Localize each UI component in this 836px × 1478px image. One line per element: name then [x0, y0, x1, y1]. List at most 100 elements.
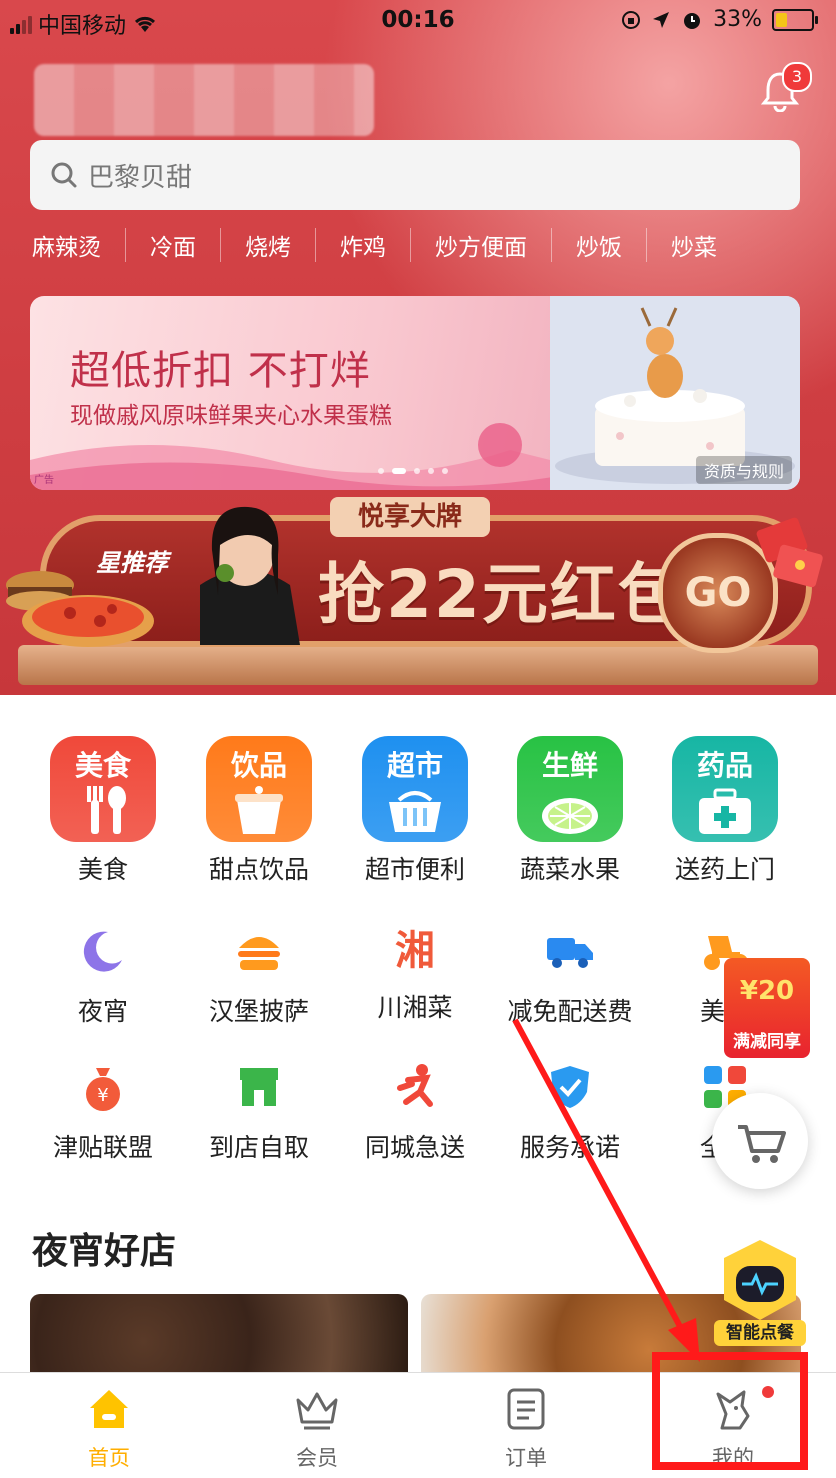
money-bag-icon: ¥ — [86, 1068, 120, 1111]
subcategory-allowance[interactable]: ¥ 津贴联盟 — [28, 1062, 178, 1164]
battery-icon — [772, 8, 818, 31]
search-placeholder: 巴黎贝甜 — [88, 162, 193, 193]
drink-cup-icon — [235, 786, 283, 834]
order-list-icon — [507, 1388, 545, 1430]
hot-word[interactable]: 炒菜 — [646, 228, 741, 262]
battery-fill — [776, 12, 787, 27]
fork-spoon-icon — [87, 786, 126, 834]
search-bar[interactable]: 巴黎贝甜 — [30, 140, 800, 210]
medicine-box-icon — [699, 788, 751, 834]
red-envelope-icon — [756, 517, 823, 588]
fresh-tile: 生鲜 — [517, 736, 623, 842]
notification-badge: 3 — [782, 62, 812, 92]
tab-orders[interactable]: 订单 — [461, 1386, 591, 1472]
banner-subtitle: 现做戚风原味鲜果夹心水果蛋糕 — [70, 403, 392, 429]
carousel-dot — [378, 468, 384, 474]
rotation-lock-icon — [622, 10, 641, 29]
shield-check-icon — [551, 1066, 589, 1108]
smart-order-label: 智能点餐 — [714, 1320, 806, 1346]
tab-label: 首页 — [88, 1446, 130, 1470]
category-label: 美食 — [77, 855, 128, 884]
xiang-char-icon: 湘 — [395, 928, 435, 974]
subcategory-burger-pizza[interactable]: 汉堡披萨 — [184, 926, 334, 1028]
tab-member[interactable]: 会员 — [252, 1386, 382, 1472]
smart-order-assistant[interactable]: 智能点餐 — [712, 1221, 808, 1350]
search-icon — [51, 162, 77, 188]
moon-icon — [83, 931, 122, 972]
supermarket-tile: 超市 — [362, 736, 468, 842]
subcategory-label: 津贴联盟 — [52, 1133, 153, 1162]
cart-icon — [738, 1125, 786, 1163]
cake-promo-banner[interactable]: 超低折扣 不打烊 现做戚风原味鲜果夹心水果蛋糕 广告 资质与规则 — [30, 296, 800, 490]
burger-icon — [238, 937, 280, 970]
tab-home[interactable]: 首页 — [44, 1386, 174, 1472]
hot-word[interactable]: 炸鸡 — [315, 228, 410, 262]
tile-text: 生鲜 — [541, 749, 598, 782]
medicine-tile: 药品 — [672, 736, 778, 842]
cart-button[interactable] — [712, 1093, 808, 1189]
battery-percent: 33% — [713, 7, 762, 32]
runner-icon — [397, 1064, 433, 1107]
category-label: 蔬菜水果 — [519, 855, 620, 884]
category-label: 甜点饮品 — [208, 855, 309, 884]
star-recommend-label: 星推荐 — [96, 549, 168, 577]
robot-icon — [724, 1221, 796, 1320]
tile-text: 药品 — [696, 749, 753, 782]
category-supermarket[interactable]: 超市 超市便利 — [340, 736, 490, 886]
category-food[interactable]: 美食 美食 — [28, 736, 178, 886]
carousel-dot — [428, 468, 434, 474]
store-icon — [240, 1068, 278, 1106]
category-label: 送药上门 — [674, 855, 775, 884]
svg-text:¥: ¥ — [97, 1085, 108, 1106]
lime-icon — [542, 798, 598, 834]
basket-icon — [389, 791, 441, 832]
hot-word[interactable]: 冷面 — [125, 228, 220, 262]
category-fresh[interactable]: 生鲜 蔬菜水果 — [495, 736, 645, 886]
tile-text: 饮品 — [230, 749, 287, 782]
location-address-blurred[interactable] — [34, 64, 374, 136]
promo-amount: ¥20 — [739, 976, 795, 1006]
ad-label: 广告 — [34, 475, 54, 486]
rules-label[interactable]: 资质与规则 — [695, 456, 792, 484]
tab-label: 会员 — [296, 1446, 338, 1470]
hot-word[interactable]: 烧烤 — [220, 228, 315, 262]
full-reduction-promo[interactable]: ¥20 满减同享 — [724, 958, 810, 1058]
annotation-highlight-box — [652, 1352, 808, 1470]
red-packet-headline: 抢22元红包 — [318, 556, 686, 633]
subcategory-label: 川湘菜 — [377, 993, 453, 1022]
subcategory-sichuan-hunan[interactable]: 湘 川湘菜 — [340, 926, 490, 1024]
subcategory-free-delivery[interactable]: 减免配送费 — [495, 926, 645, 1028]
subcategory-label: 同城急送 — [364, 1133, 465, 1162]
banner-wave-decoration — [30, 423, 590, 490]
truck-icon — [547, 938, 593, 968]
red-packet-banner[interactable]: 星推荐 悦享大牌 抢22元红包 GO — [0, 495, 836, 695]
tab-label: 订单 — [505, 1446, 547, 1470]
celebrity-image — [200, 506, 300, 645]
hot-search-words: 麻辣烫 冷面 烧烤 炸鸡 炒方便面 炒饭 炒菜 — [32, 228, 741, 262]
status-right: 33% — [621, 7, 818, 32]
hot-word[interactable]: 炒饭 — [551, 228, 646, 262]
alarm-icon — [684, 12, 701, 29]
carousel-dot — [442, 468, 448, 474]
category-label: 超市便利 — [364, 855, 465, 884]
subcategory-late-night[interactable]: 夜宵 — [28, 926, 178, 1028]
banner-title: 超低折扣 不打烊 — [70, 348, 371, 394]
carousel-dot — [414, 468, 420, 474]
subcategory-label: 到店自取 — [208, 1133, 309, 1162]
brand-tag: 悦享大牌 — [330, 497, 490, 537]
home-icon — [90, 1390, 128, 1428]
crown-icon — [296, 1392, 338, 1430]
subcategory-express[interactable]: 同城急送 — [340, 1062, 490, 1164]
drinks-tile: 饮品 — [206, 736, 312, 842]
subcategory-service-promise[interactable]: 服务承诺 — [495, 1062, 645, 1164]
category-medicine[interactable]: 药品 送药上门 — [650, 736, 800, 886]
promo-text: 满减同享 — [733, 1032, 801, 1052]
subcategory-pickup[interactable]: 到店自取 — [184, 1062, 334, 1164]
hot-word[interactable]: 炒方便面 — [410, 228, 551, 262]
category-drinks[interactable]: 饮品 甜点饮品 — [184, 736, 334, 886]
carousel-dot-active — [392, 468, 406, 474]
section-title: 夜宵好店 — [32, 1231, 177, 1272]
location-arrow-icon — [653, 11, 670, 28]
shop-card-image[interactable] — [30, 1294, 408, 1374]
hot-word[interactable]: 麻辣烫 — [32, 228, 125, 262]
